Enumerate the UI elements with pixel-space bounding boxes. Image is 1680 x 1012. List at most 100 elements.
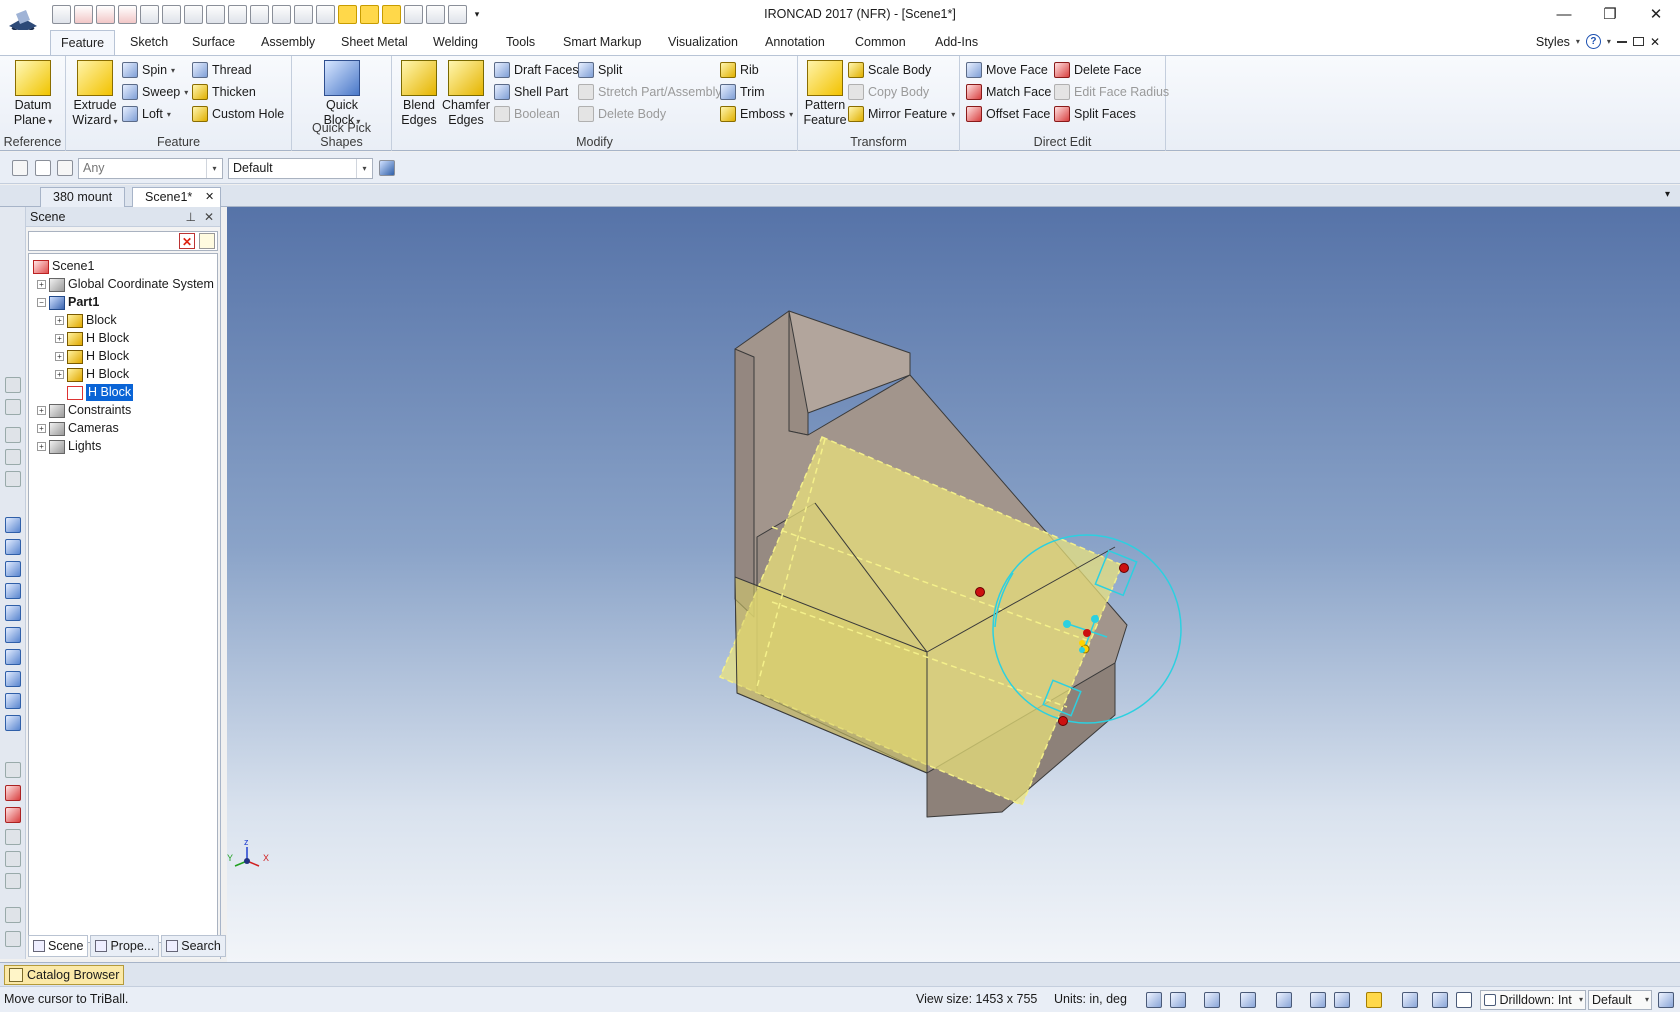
tab-surface[interactable]: Surface — [182, 30, 245, 56]
triball-red-handle[interactable] — [1083, 629, 1091, 637]
panel-tab-scene[interactable]: Scene — [28, 935, 89, 957]
view-iso-icon[interactable] — [5, 715, 21, 731]
3d-viewport[interactable]: z Y X — [227, 207, 1680, 962]
view-iso-icon[interactable] — [5, 649, 21, 665]
triball-handle[interactable] — [1091, 615, 1099, 623]
sweep-button[interactable]: Sweep ▾ — [122, 82, 188, 102]
tree-node-global-coordinate-system[interactable]: + Global Coordinate System — [37, 276, 214, 293]
part-left-face[interactable] — [734, 348, 755, 618]
orbit-icon[interactable] — [5, 851, 21, 867]
filter-icon[interactable] — [199, 233, 215, 249]
match-face-button[interactable]: Match Face — [966, 82, 1051, 102]
expand-icon[interactable]: + — [55, 352, 64, 361]
tab-sketch[interactable]: Sketch — [120, 30, 178, 56]
collapse-icon[interactable]: − — [37, 298, 46, 307]
doc-tab-scene1[interactable]: Scene1* ✕ — [132, 187, 222, 207]
help-icon[interactable]: ? — [1585, 34, 1601, 49]
angle-icon[interactable] — [5, 829, 21, 845]
expand-icon[interactable]: + — [37, 424, 46, 433]
draft-faces-button[interactable]: Draft Faces — [494, 60, 579, 80]
restore-button[interactable]: ❐ — [1590, 4, 1630, 26]
tree-node-h-block-selected[interactable]: H Block — [67, 384, 134, 401]
split-button[interactable]: Split — [578, 60, 622, 80]
tree-node-lights[interactable]: + Lights — [37, 438, 101, 455]
tree-node-h-block[interactable]: + H Block — [55, 330, 129, 347]
close-tab-icon[interactable]: ✕ — [205, 188, 214, 206]
copy-body-button[interactable]: Copy Body — [848, 82, 929, 102]
scene-render[interactable]: z Y X — [227, 207, 1680, 962]
shell-part-button[interactable]: Shell Part — [494, 82, 568, 102]
ruler-icon[interactable] — [5, 931, 21, 947]
view-top-icon[interactable] — [5, 605, 21, 621]
spin-button[interactable]: Spin ▾ — [122, 60, 175, 80]
tree-node-scene1[interactable]: Scene1 — [33, 258, 94, 275]
view-right-icon[interactable] — [5, 583, 21, 599]
loft-button[interactable]: Loft ▾ — [122, 104, 171, 124]
scale-body-button[interactable]: Scale Body — [848, 60, 931, 80]
expand-icon[interactable]: + — [55, 316, 64, 325]
view-tool-icon[interactable] — [5, 449, 21, 465]
pointer-icon[interactable] — [35, 160, 51, 176]
view-front-icon[interactable] — [5, 517, 21, 533]
offset-face-button[interactable]: Offset Face — [966, 104, 1050, 124]
look-at-icon[interactable] — [5, 785, 21, 801]
render-icon[interactable] — [1310, 992, 1326, 1008]
tree-node-constraints[interactable]: + Constraints — [37, 402, 131, 419]
style-select[interactable]: Default ▾ — [228, 158, 373, 179]
tree-node-h-block[interactable]: + H Block — [55, 366, 129, 383]
status-style-select[interactable]: Default ▾ — [1588, 990, 1652, 1010]
thicken-button[interactable]: Thicken — [192, 82, 256, 102]
pattern-feature-button[interactable]: Pattern Feature — [802, 60, 848, 128]
tab-tools[interactable]: Tools — [496, 30, 545, 56]
select-mode-icon[interactable] — [57, 160, 73, 176]
selection-filter-icon[interactable] — [12, 160, 28, 176]
quick-block-button[interactable]: Quick Block ▾ — [314, 60, 370, 129]
no-entry-icon[interactable] — [5, 873, 21, 889]
move-face-button[interactable]: Move Face — [966, 60, 1048, 80]
view-tool-icon[interactable] — [5, 377, 21, 393]
styles-menu[interactable]: Styles — [1536, 35, 1570, 49]
triball-handle[interactable] — [1063, 620, 1071, 628]
delete-body-button[interactable]: Delete Body — [578, 104, 666, 124]
delete-face-button[interactable]: Delete Face — [1054, 60, 1141, 80]
trim-button[interactable]: Trim — [720, 82, 765, 102]
view-back-icon[interactable] — [5, 539, 21, 555]
view-cube-icon[interactable] — [1204, 992, 1220, 1008]
zoom-icon[interactable] — [1146, 992, 1162, 1008]
view-tool-icon[interactable] — [5, 399, 21, 415]
part-select-icon[interactable] — [1432, 992, 1448, 1008]
display-mode-icon[interactable] — [1402, 992, 1418, 1008]
tab-visualization[interactable]: Visualization — [658, 30, 748, 56]
boolean-button[interactable]: Boolean — [494, 104, 560, 124]
tab-common[interactable]: Common — [845, 30, 916, 56]
blend-edges-button[interactable]: Blend Edges — [396, 60, 442, 128]
panel-tab-search[interactable]: Search — [161, 935, 226, 957]
sizebox-handle[interactable] — [1058, 716, 1068, 726]
tab-welding[interactable]: Welding — [423, 30, 488, 56]
view-iso-icon[interactable] — [5, 671, 21, 687]
view-tool-icon[interactable] — [5, 427, 21, 443]
view-left-icon[interactable] — [5, 561, 21, 577]
triball-handle[interactable] — [1079, 640, 1085, 646]
tab-add-ins[interactable]: Add-Ins — [925, 30, 988, 56]
close-button[interactable]: ✕ — [1636, 4, 1676, 26]
tree-node-part1[interactable]: − Part1 — [37, 294, 99, 311]
clear-filter-icon[interactable]: ✕ — [179, 233, 195, 249]
thread-button[interactable]: Thread — [192, 60, 252, 80]
expand-icon[interactable]: + — [37, 280, 46, 289]
shading-mode-icon[interactable] — [1366, 992, 1382, 1008]
glasses-icon[interactable] — [1334, 992, 1350, 1008]
tab-feature[interactable]: Feature — [50, 30, 116, 56]
custom-hole-button[interactable]: Custom Hole — [192, 104, 284, 124]
tab-annotation[interactable]: Annotation — [755, 30, 835, 56]
edit-face-radius-button[interactable]: Edit Face Radius — [1054, 82, 1169, 102]
hierarchy-icon[interactable] — [379, 160, 395, 176]
extrude-wizard-button[interactable]: Extrude Wizard ▾ — [70, 60, 120, 129]
ribbon-minimize-icon[interactable] — [1616, 40, 1627, 43]
panel-tab-properties[interactable]: Prope... — [90, 935, 160, 957]
styles-dropdown-icon[interactable]: ▾ — [1576, 37, 1580, 46]
tab-assembly[interactable]: Assembly — [251, 30, 325, 56]
camera-tool-icon[interactable] — [1276, 992, 1292, 1008]
minimize-button[interactable]: — — [1544, 4, 1584, 26]
view-bottom-icon[interactable] — [5, 627, 21, 643]
